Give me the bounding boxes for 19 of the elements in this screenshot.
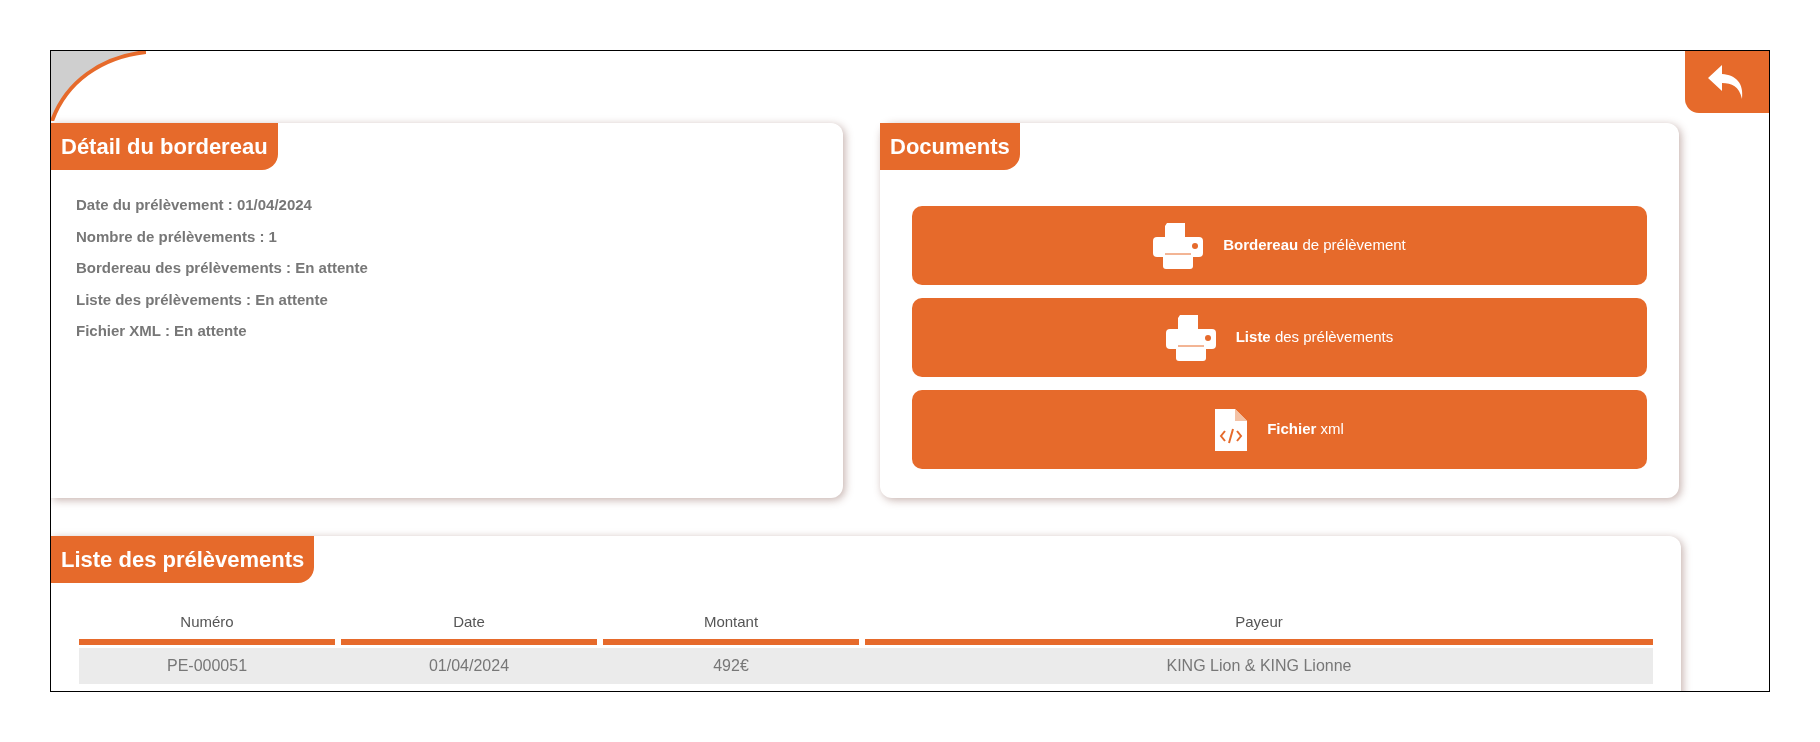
printer-icon bbox=[1153, 222, 1204, 269]
card-title: Documents bbox=[880, 123, 1020, 170]
printer-icon bbox=[1165, 314, 1216, 361]
table-cell: PE-000051 bbox=[79, 647, 335, 684]
detail-line: Liste des prélèvements : En attente bbox=[76, 289, 329, 310]
detail-line: Bordereau des prélèvements : En attente bbox=[76, 258, 369, 278]
card-title: Détail du bordereau bbox=[51, 123, 278, 170]
document-button[interactable]: Fichier xml bbox=[912, 390, 1647, 469]
document-button[interactable]: Bordereau de prélèvement bbox=[912, 206, 1647, 285]
detail-line: Fichier XML : En attente bbox=[76, 321, 248, 341]
back-button[interactable] bbox=[1685, 51, 1769, 113]
document-button[interactable]: Liste des prélèvements bbox=[912, 298, 1647, 377]
detail-line: Nombre de prélèvements : 1 bbox=[76, 226, 278, 247]
table-cell: 01/04/2024 bbox=[335, 647, 597, 684]
table-cell: KING Lion & KING Lionne bbox=[859, 647, 1653, 684]
table-cell: 492€ bbox=[597, 647, 859, 684]
detail-line: Date du prélèvement : 01/04/2024 bbox=[76, 195, 313, 215]
code-file-icon bbox=[1215, 408, 1248, 451]
card-title: Liste des prélèvements bbox=[51, 536, 315, 583]
